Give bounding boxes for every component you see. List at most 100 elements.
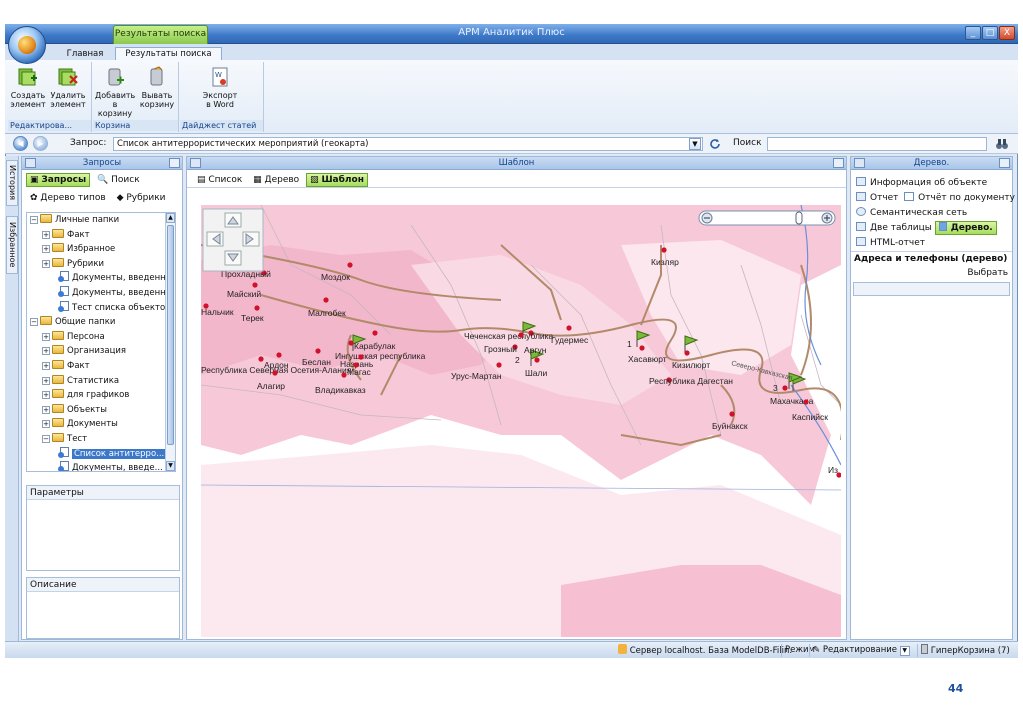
report-by-document[interactable]: Отчёт по документу: [904, 192, 1015, 203]
city-marker[interactable]: [729, 411, 735, 417]
side-tab-favorites[interactable]: Избранное: [6, 216, 18, 274]
select-link[interactable]: Выбрать: [851, 266, 1012, 280]
tree-item[interactable]: − Личные папки: [27, 213, 175, 228]
add-to-basket-button[interactable]: Добавить в корзину: [95, 64, 135, 118]
tree-item[interactable]: Документы, введенн...: [27, 271, 175, 286]
scroll-down-icon[interactable]: ▼: [166, 461, 175, 471]
report-two-tables[interactable]: Две таблицы: [856, 222, 932, 233]
view-list[interactable]: ▤ Список: [193, 173, 246, 187]
tree-item[interactable]: + для графиков: [27, 388, 175, 403]
tree-item[interactable]: + Документы: [27, 417, 175, 432]
city-marker[interactable]: [323, 297, 329, 303]
expand-icon[interactable]: +: [42, 230, 50, 239]
scroll-thumb[interactable]: [167, 225, 174, 445]
expand-icon[interactable]: +: [42, 347, 50, 356]
city-marker[interactable]: [341, 372, 347, 378]
collapse-icon[interactable]: −: [42, 434, 50, 443]
type-tree-tab[interactable]: ✿ Дерево типов: [26, 191, 110, 205]
back-button[interactable]: ◀: [13, 136, 28, 151]
expand-icon[interactable]: +: [42, 405, 50, 414]
hyper-basket-status[interactable]: ГиперКорзина (7): [917, 644, 1010, 657]
collapse-icon[interactable]: −: [30, 216, 38, 224]
tree-item[interactable]: − Общие папки: [27, 315, 175, 330]
pan-control[interactable]: [202, 208, 264, 272]
collapse-icon[interactable]: −: [30, 318, 38, 327]
tree-item[interactable]: − Тест: [27, 432, 175, 447]
city-marker[interactable]: [518, 332, 524, 338]
search-input[interactable]: [767, 137, 987, 151]
map-canvas[interactable]: 1 2 3 Кизляр Моздок Майский Терек Малгобек Кара…: [201, 205, 841, 637]
mode-selector[interactable]: ✎ Редактирование ▼: [809, 644, 910, 657]
tree-item[interactable]: + Статистика: [27, 374, 175, 389]
export-word-button[interactable]: W Экспорт в Word: [200, 64, 240, 109]
city-marker[interactable]: [684, 350, 690, 356]
report-object-info[interactable]: Информация об объекте: [851, 176, 1012, 191]
pin-icon[interactable]: [833, 158, 844, 168]
expand-icon[interactable]: +: [42, 420, 50, 429]
report-semantic-network[interactable]: Семантическая сеть: [851, 206, 1012, 221]
expand-icon[interactable]: +: [42, 391, 50, 400]
tab-search-results[interactable]: Результаты поиска: [115, 47, 222, 60]
tree-result-grid[interactable]: [853, 282, 1010, 296]
geo-map[interactable]: 1 2 3 Кизляр Моздок Майский Терек Малгобек Кара…: [201, 205, 841, 637]
create-element-button[interactable]: Создать элемент: [8, 64, 48, 109]
tree-item[interactable]: Список антитерро...: [27, 446, 175, 462]
refresh-icon[interactable]: [708, 137, 722, 151]
city-marker[interactable]: [254, 305, 260, 311]
tree-item[interactable]: + Факт: [27, 228, 175, 243]
maximize-button[interactable]: □: [982, 26, 998, 40]
tree-item[interactable]: + Рубрики: [27, 257, 175, 272]
city-marker[interactable]: [372, 330, 378, 336]
city-marker[interactable]: [496, 362, 502, 368]
city-marker[interactable]: [534, 357, 540, 363]
queries-tab[interactable]: ▣ Запросы: [26, 173, 91, 187]
expand-icon[interactable]: +: [42, 376, 50, 385]
city-marker[interactable]: [782, 385, 788, 391]
tab-main[interactable]: Главная: [60, 47, 110, 60]
tree-item[interactable]: Документы, введенн...: [27, 285, 175, 301]
chevron-down-icon[interactable]: ▼: [899, 646, 910, 656]
expand-icon[interactable]: +: [42, 259, 50, 268]
forward-button[interactable]: ▶: [33, 136, 48, 151]
scroll-up-icon[interactable]: ▲: [166, 213, 175, 223]
city-marker[interactable]: [566, 325, 572, 331]
minimize-button[interactable]: _: [965, 26, 981, 40]
city-marker[interactable]: [315, 348, 321, 354]
tree-item[interactable]: Документы, введе...: [27, 461, 175, 471]
expand-icon[interactable]: +: [42, 361, 50, 370]
pin-icon[interactable]: [169, 158, 180, 168]
empty-basket-button[interactable]: Вывать корзину: [137, 64, 177, 109]
tree-item[interactable]: + Организация: [27, 344, 175, 359]
tree-item[interactable]: + Персона: [27, 330, 175, 345]
side-tab-history[interactable]: История: [6, 160, 18, 206]
tree-item[interactable]: + Факт: [27, 359, 175, 374]
tree-item[interactable]: + Избранное: [27, 242, 175, 257]
close-button[interactable]: X: [999, 26, 1015, 40]
query-dropdown-button[interactable]: ▼: [689, 138, 701, 150]
rubrics-tab[interactable]: ◆ Рубрики: [113, 191, 170, 205]
expand-icon[interactable]: +: [42, 245, 50, 254]
zoom-slider[interactable]: [698, 210, 836, 226]
city-marker[interactable]: [347, 262, 353, 268]
view-tree[interactable]: ▦ Дерево: [249, 173, 303, 187]
city-marker[interactable]: [258, 356, 264, 362]
view-template[interactable]: ▧ Шаблон: [306, 173, 368, 187]
city-marker[interactable]: [252, 282, 258, 288]
zoom-thumb[interactable]: [795, 211, 803, 225]
tree-item[interactable]: + Объекты: [27, 403, 175, 418]
report-html[interactable]: HTML-отчет: [851, 236, 1012, 251]
app-menu-orb[interactable]: [8, 26, 46, 64]
tree-scrollbar[interactable]: ▲ ▼: [165, 213, 175, 471]
city-marker[interactable]: [272, 370, 278, 376]
city-marker[interactable]: [639, 345, 645, 351]
binoculars-icon[interactable]: [995, 137, 1009, 151]
pin-icon[interactable]: [999, 158, 1010, 168]
city-marker[interactable]: [803, 399, 809, 405]
city-marker[interactable]: [276, 352, 282, 358]
search-tab[interactable]: 🔍 Поиск: [93, 173, 144, 187]
city-marker[interactable]: [348, 340, 354, 346]
query-input[interactable]: Список антитеррористических мероприятий …: [113, 137, 703, 151]
report-basic[interactable]: Отчет: [856, 192, 898, 203]
report-tree[interactable]: Дерево.: [934, 221, 997, 235]
tree-item[interactable]: Тест списка объектов: [27, 300, 175, 316]
